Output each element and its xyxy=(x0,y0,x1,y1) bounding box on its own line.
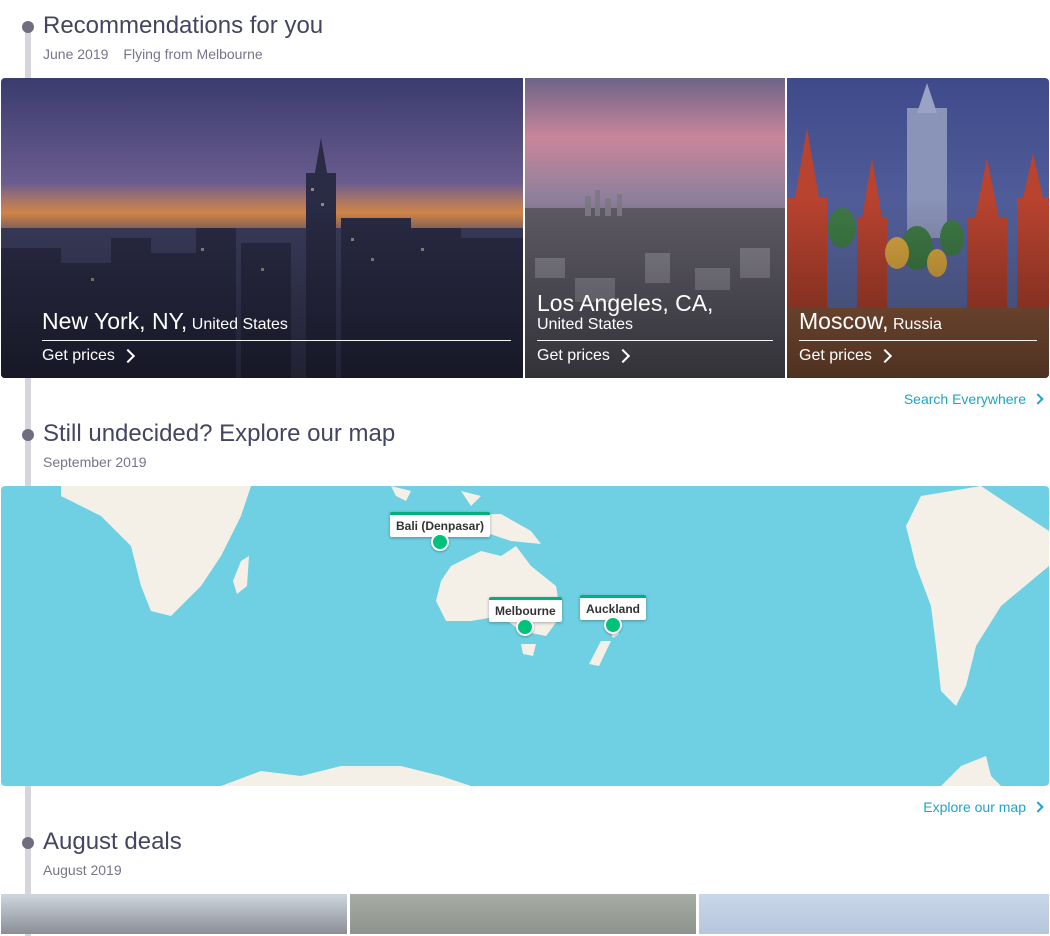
get-prices-button[interactable]: Get prices xyxy=(42,347,135,365)
card-divider xyxy=(42,340,511,341)
get-prices-label: Get prices xyxy=(42,347,115,364)
get-prices-button[interactable]: Get prices xyxy=(799,347,892,365)
map-pin-auckland[interactable]: Auckland xyxy=(580,595,647,634)
map-pin-melbourne[interactable]: Melbourne xyxy=(489,597,562,636)
chevron-right-icon xyxy=(1032,801,1044,813)
get-prices-label: Get prices xyxy=(799,347,872,364)
deal-card[interactable] xyxy=(350,894,696,934)
search-everywhere-link[interactable]: Search Everywhere xyxy=(903,391,1044,407)
card-label: Moscow, Russia Get prices xyxy=(799,308,1037,365)
card-city: Moscow, xyxy=(799,308,889,334)
timeline-dot xyxy=(22,429,34,441)
card-country: Russia xyxy=(892,316,942,333)
pin-marker xyxy=(604,616,622,634)
card-moscow[interactable]: Moscow, Russia Get prices xyxy=(787,78,1049,378)
section-subtitle-deals: August 2019 xyxy=(43,862,122,878)
chevron-right-icon xyxy=(877,348,892,364)
card-new-york[interactable]: New York, NY, United States Get prices xyxy=(1,78,523,378)
section-subtitle-explore: September 2019 xyxy=(43,454,147,470)
deal-card[interactable] xyxy=(1,894,347,934)
card-city: Los Angeles, CA, xyxy=(537,290,714,316)
pin-marker xyxy=(516,618,535,636)
section-title-explore: Still undecided? Explore our map xyxy=(43,420,396,447)
card-country: United States xyxy=(191,316,288,333)
card-los-angeles[interactable]: Los Angeles, CA, United States Get price… xyxy=(525,78,785,378)
section-subtitle-recommendations: June 2019 Flying from Melbourne xyxy=(43,46,278,62)
card-divider xyxy=(799,340,1037,341)
card-label: New York, NY, United States Get prices xyxy=(42,308,511,365)
card-city: New York, NY, xyxy=(42,308,188,334)
explore-map[interactable]: Bali (Denpasar) Melbourne Auckland xyxy=(1,486,1049,786)
recommendations-date: June 2019 xyxy=(43,46,109,62)
chevron-right-icon xyxy=(120,348,135,364)
section-title-deals: August deals xyxy=(43,828,182,855)
timeline-dot xyxy=(22,837,34,849)
explore-map-label: Explore our map xyxy=(923,799,1026,815)
chevron-right-icon xyxy=(615,348,630,364)
recommendation-cards: New York, NY, United States Get prices L… xyxy=(1,78,1049,378)
get-prices-button[interactable]: Get prices xyxy=(537,347,630,365)
card-label: Los Angeles, CA, United States Get price… xyxy=(537,290,773,365)
get-prices-label: Get prices xyxy=(537,347,610,364)
section-title-recommendations: Recommendations for you xyxy=(43,12,324,39)
timeline-dot xyxy=(22,21,34,33)
deal-card[interactable] xyxy=(699,894,1049,934)
world-map xyxy=(61,486,1049,786)
map-pin-bali[interactable]: Bali (Denpasar) xyxy=(390,512,491,551)
card-country: United States xyxy=(537,316,634,333)
deal-cards xyxy=(1,894,1049,934)
card-divider xyxy=(537,340,773,341)
search-everywhere-label: Search Everywhere xyxy=(903,391,1026,407)
chevron-right-icon xyxy=(1032,393,1044,405)
explore-map-link[interactable]: Explore our map xyxy=(923,799,1044,815)
pin-marker xyxy=(431,533,450,551)
recommendations-origin: Flying from Melbourne xyxy=(123,46,263,62)
